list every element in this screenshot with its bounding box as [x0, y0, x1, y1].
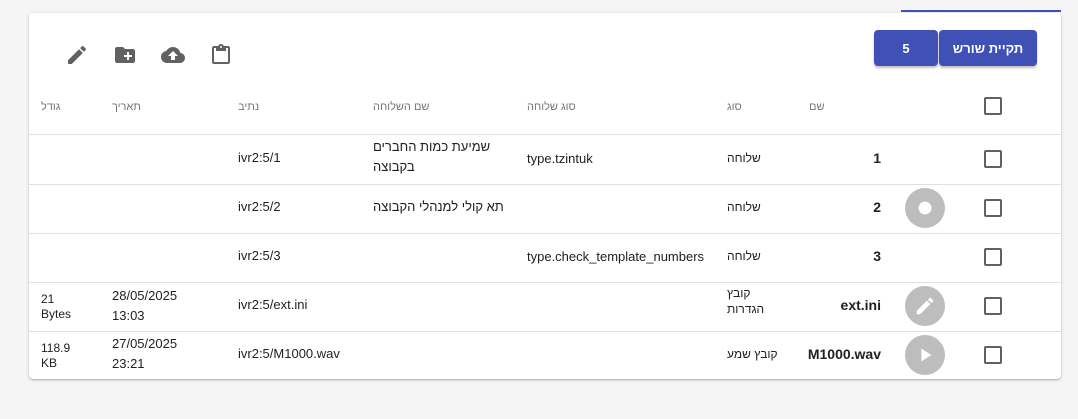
row-type: שלוחה [727, 151, 761, 165]
cloud-upload-icon[interactable] [161, 43, 185, 67]
edit-icon [916, 297, 934, 315]
edit-file-button[interactable] [905, 286, 945, 326]
table-row[interactable]: ext.ini קובץ הגדרות ivr2:5/ext.ini 28/05… [29, 282, 1061, 332]
record-icon [918, 201, 932, 215]
active-tab-indicator [901, 10, 1061, 12]
header-type[interactable]: סוג [727, 101, 742, 113]
row-type-cont: הגדרות [727, 302, 765, 316]
row-ext-name-cont: בקבוצה [373, 159, 415, 174]
row-ext-name: שמיעת כמות החברים [373, 139, 491, 154]
row-checkbox[interactable] [984, 199, 1002, 217]
table-row[interactable]: M1000.wav קובץ שמע ivr2:5/M1000.wav 27/0… [29, 331, 1061, 379]
row-name[interactable]: 1 [761, 150, 881, 166]
header-ext-name[interactable]: שם השלוחה [373, 101, 429, 113]
edit-icon[interactable] [65, 43, 89, 67]
header-name[interactable]: שם [809, 101, 825, 113]
play-icon [921, 348, 932, 362]
row-size: 118.9 [41, 341, 71, 355]
row-path: ivr2:5/ext.ini [238, 297, 308, 312]
row-type: קובץ [727, 286, 751, 300]
row-size-unit: Bytes [41, 307, 72, 321]
row-type: קובץ שמע [727, 347, 778, 361]
row-checkbox[interactable] [984, 150, 1002, 168]
row-type: שלוחה [727, 200, 761, 214]
header-size[interactable]: גודל [41, 101, 60, 113]
item-count-button[interactable]: 5 [874, 30, 938, 66]
table-row[interactable]: 1 שלוחה type.tzintuk שמיעת כמות החברים ב… [29, 135, 1061, 185]
row-time: 23:21 [112, 356, 145, 371]
row-time: 13:03 [112, 308, 145, 323]
row-path: ivr2:5/M1000.wav [238, 346, 340, 361]
play-button[interactable] [905, 335, 945, 375]
create-new-folder-icon[interactable] [113, 43, 137, 67]
row-size-unit: KB [41, 356, 58, 370]
row-ext-type: type.check_template_numbers [527, 249, 705, 264]
row-path: ivr2:5/3 [238, 248, 281, 263]
row-name[interactable]: ext.ini [761, 297, 881, 313]
row-checkbox[interactable] [984, 346, 1002, 364]
row-date: 27/05/2025 [112, 336, 178, 351]
clipboard-icon[interactable] [209, 43, 233, 67]
table-row[interactable]: 2 שלוחה תא קולי למנהלי הקבוצה ivr2:5/2 [29, 184, 1061, 234]
header-date[interactable]: תאריך [112, 101, 141, 113]
row-path: ivr2:5/2 [238, 199, 281, 214]
row-name[interactable]: 3 [761, 248, 881, 264]
row-type: שלוחה [727, 249, 761, 263]
row-date: 28/05/2025 [112, 288, 178, 303]
row-name[interactable]: M1000.wav [761, 346, 881, 362]
row-size: 21 [41, 292, 55, 306]
root-folder-button[interactable]: תקיית שורש [939, 30, 1037, 66]
file-browser-card: תקיית שורש 5 שם סוג סוג שלוחה שם השלוחה … [29, 13, 1061, 379]
table-row[interactable]: 3 שלוחה type.check_template_numbers ivr2… [29, 233, 1061, 283]
row-ext-name: תא קולי למנהלי הקבוצה [373, 199, 504, 214]
row-checkbox[interactable] [984, 297, 1002, 315]
header-ext-type[interactable]: סוג שלוחה [527, 101, 576, 113]
row-name[interactable]: 2 [761, 199, 881, 215]
row-checkbox[interactable] [984, 248, 1002, 266]
record-button[interactable] [905, 188, 945, 228]
header-path[interactable]: נתיב [238, 101, 259, 113]
row-path: ivr2:5/1 [238, 150, 281, 165]
row-ext-type: type.tzintuk [527, 151, 593, 166]
select-all-checkbox[interactable] [984, 97, 1002, 115]
